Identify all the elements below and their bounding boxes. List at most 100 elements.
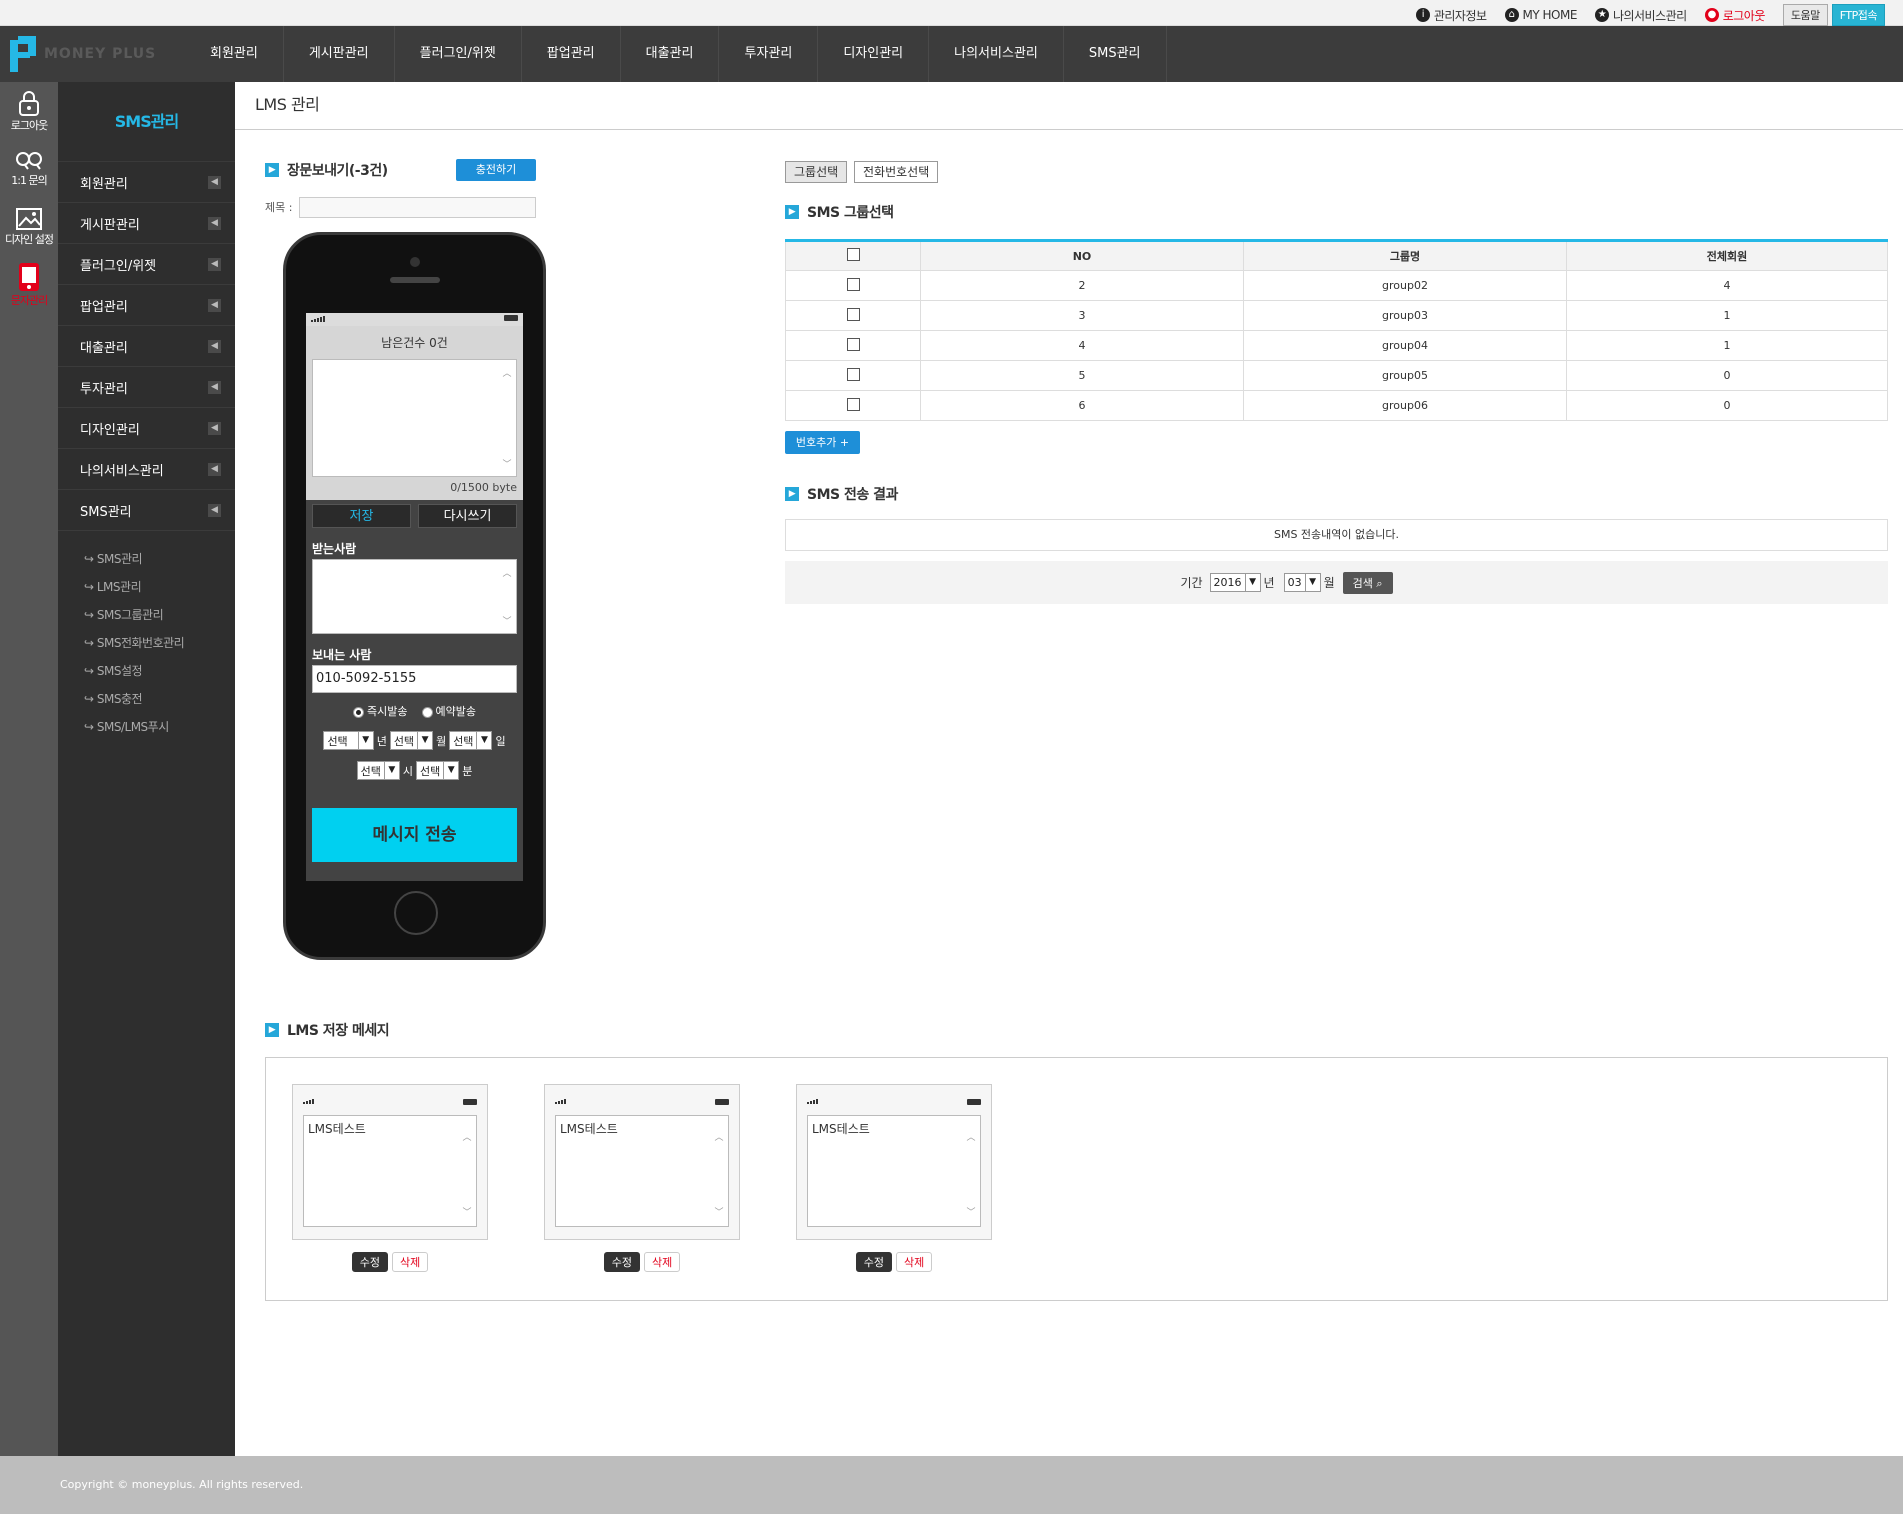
year-filter-select[interactable]: 2016 ▼ [1209, 573, 1261, 592]
quick-logout-button[interactable]: 로그아웃 [0, 82, 58, 140]
edit-button[interactable]: 수정 [351, 1252, 388, 1272]
quick-design-button[interactable]: 디자인 설정 [0, 198, 58, 256]
row-checkbox[interactable] [846, 367, 860, 381]
scrollbar[interactable]: ︿ ﹀ [460, 1116, 474, 1226]
quick-sms-button[interactable]: 문자관리 [0, 256, 58, 314]
submenu-sms-charge[interactable]: ↪ SMS충전 [58, 685, 235, 713]
chevron-left-icon: ◀ [208, 503, 221, 517]
row-checkbox[interactable] [846, 307, 860, 321]
sidebar-item-my-service[interactable]: 나의서비스관리 ◀ [58, 449, 235, 490]
submenu-sms-settings[interactable]: ↪ SMS설정 [58, 657, 235, 685]
signal-icon [555, 1099, 566, 1104]
sender-phone-input[interactable]: 010-5092-5155 [312, 665, 517, 693]
edit-button[interactable]: 수정 [855, 1252, 892, 1272]
scrollbar[interactable]: ︿ ﹀ [712, 1116, 726, 1226]
phone-screen: 남은건수 0건 ︿ ﹀ 0/1500 byte 저장 다시쓰기 받는사람 ︿ ﹀ 보… [306, 313, 523, 881]
nav-menu: 회원관리 게시판관리 플러그인/위젯 팝업관리 대출관리 투자관리 디자인관리 … [185, 26, 1167, 82]
month-select[interactable]: 선택 ▼ [389, 731, 434, 750]
table-header-row: NO 그룹명 전체회원 [785, 240, 1888, 271]
chevron-left-icon: ◀ [208, 175, 221, 189]
day-select[interactable]: 선택 ▼ [449, 731, 493, 750]
stored-message-text[interactable]: LMS테스트 ︿ ﹀ [303, 1115, 477, 1227]
chat-icon [16, 152, 42, 170]
scrollbar[interactable]: ︿ ﹀ [500, 560, 514, 633]
nav-item-my-service[interactable]: 나의서비스관리 [929, 26, 1064, 82]
nav-item-popups[interactable]: 팝업관리 [522, 26, 621, 82]
nav-item-investments[interactable]: 투자관리 [719, 26, 819, 82]
ftp-button[interactable]: FTP접속 [1831, 4, 1885, 26]
sidebar-item-members[interactable]: 회원관리 ◀ [58, 162, 235, 203]
admin-info-link[interactable]: i 관리자정보 [1415, 7, 1487, 24]
month-filter-select[interactable]: 03 ▼ [1283, 573, 1321, 592]
sidebar-item-popups[interactable]: 팝업관리 ◀ [58, 285, 235, 326]
mini-phone-screen: LMS테스트 ︿ ﹀ [544, 1084, 740, 1240]
search-icon: ⌕ [1376, 576, 1383, 590]
stored-message-text[interactable]: LMS테스트 ︿ ﹀ [555, 1115, 729, 1227]
submenu-sms-group[interactable]: ↪ SMS그룹관리 [58, 601, 235, 629]
sidebar-item-design[interactable]: 디자인관리 ◀ [58, 408, 235, 449]
logout-link[interactable]: ● 로그아웃 [1704, 7, 1765, 24]
tab-group-select[interactable]: 그룹선택 [785, 161, 848, 183]
stored-heading: ▶ LMS 저장 메세지 [265, 1020, 390, 1040]
message-textarea[interactable]: ︿ ﹀ [312, 359, 517, 477]
group-table: NO 그룹명 전체회원 2 group02 4 3 group03 1 4 group04… [785, 239, 1888, 421]
top-utility-bar: i 관리자정보 ⌂ MY HOME ★ 나의서비스관리 ● 로그아웃 도움말 FTP접속 [0, 0, 1903, 26]
year-select[interactable]: 선택 ▼ [323, 731, 374, 750]
edit-button[interactable]: 수정 [603, 1252, 640, 1272]
stored-message-text[interactable]: LMS테스트 ︿ ﹀ [807, 1115, 981, 1227]
submenu-sms[interactable]: ↪ SMS관리 [58, 545, 235, 573]
row-checkbox[interactable] [846, 397, 860, 411]
receiver-textarea[interactable]: ︿ ﹀ [312, 559, 517, 634]
sidebar-title: SMS관리 [58, 82, 235, 162]
sender-label: 보내는 사람 [312, 648, 372, 662]
quick-inquiry-button[interactable]: 1:1 문의 [0, 140, 58, 198]
add-number-button[interactable]: 번호추가 + [785, 431, 860, 454]
row-checkbox[interactable] [846, 277, 860, 291]
row-checkbox[interactable] [846, 337, 860, 351]
submenu-lms[interactable]: ↪ LMS관리 [58, 573, 235, 601]
chevron-down-icon: ▼ [1244, 574, 1260, 591]
nav-item-loans[interactable]: 대출관리 [621, 26, 720, 82]
nav-item-sms[interactable]: SMS관리 [1064, 26, 1167, 82]
nav-item-design[interactable]: 디자인관리 [818, 26, 930, 82]
delete-button[interactable]: 삭제 [896, 1252, 933, 1272]
tab-phone-select[interactable]: 전화번호선택 [854, 161, 939, 183]
lock-icon: ● [1704, 8, 1719, 22]
nav-item-members[interactable]: 회원관리 [185, 26, 284, 82]
minute-select[interactable]: 선택 ▼ [416, 761, 460, 780]
nav-item-plugins[interactable]: 플러그인/위젯 [395, 26, 522, 82]
scrollbar[interactable]: ︿ ﹀ [964, 1116, 978, 1226]
send-message-button[interactable]: 메시지 전송 [312, 808, 517, 862]
delete-button[interactable]: 삭제 [644, 1252, 681, 1272]
sidebar-item-loans[interactable]: 대출관리 ◀ [58, 326, 235, 367]
my-home-link[interactable]: ⌂ MY HOME [1504, 8, 1577, 22]
sidebar-item-investments[interactable]: 투자관리 ◀ [58, 367, 235, 408]
rewrite-button[interactable]: 다시쓰기 [418, 504, 517, 528]
logo[interactable]: MONEY PLUS [10, 36, 156, 72]
chevron-down-icon: ▼ [476, 732, 491, 749]
column-header-members: 전체회원 [1566, 240, 1888, 271]
charge-button[interactable]: 충전하기 [456, 159, 536, 181]
hour-select[interactable]: 선택 ▼ [356, 761, 400, 780]
scrollbar[interactable]: ︿ ﹀ [500, 360, 514, 476]
send-type-radios: 즉시발송 예약발송 [306, 703, 523, 719]
sidebar-item-sms[interactable]: SMS관리 ◀ [58, 490, 235, 531]
help-button[interactable]: 도움말 [1782, 4, 1828, 26]
submenu-sms-lms-push[interactable]: ↪ SMS/LMS푸시 [58, 713, 235, 741]
speaker-icon [390, 277, 440, 283]
radio-send-reserve[interactable]: 예약발송 [421, 703, 476, 719]
save-button[interactable]: 저장 [312, 504, 411, 528]
submenu-sms-phone[interactable]: ↪ SMS전화번호관리 [58, 629, 235, 657]
sidebar-item-boards[interactable]: 게시판관리 ◀ [58, 203, 235, 244]
chevron-left-icon: ◀ [208, 216, 221, 230]
subject-input[interactable] [299, 197, 536, 218]
nav-item-boards[interactable]: 게시판관리 [284, 26, 395, 82]
bullet-arrow-icon: ▶ [265, 163, 279, 177]
chevron-left-icon: ◀ [208, 339, 221, 353]
my-service-link[interactable]: ★ 나의서비스관리 [1594, 7, 1687, 24]
delete-button[interactable]: 삭제 [392, 1252, 429, 1272]
select-all-checkbox[interactable] [846, 248, 860, 261]
radio-send-now[interactable]: 즉시발송 [353, 703, 408, 719]
search-button[interactable]: 검색 ⌕ [1342, 571, 1393, 594]
sidebar-item-plugins[interactable]: 플러그인/위젯 ◀ [58, 244, 235, 285]
